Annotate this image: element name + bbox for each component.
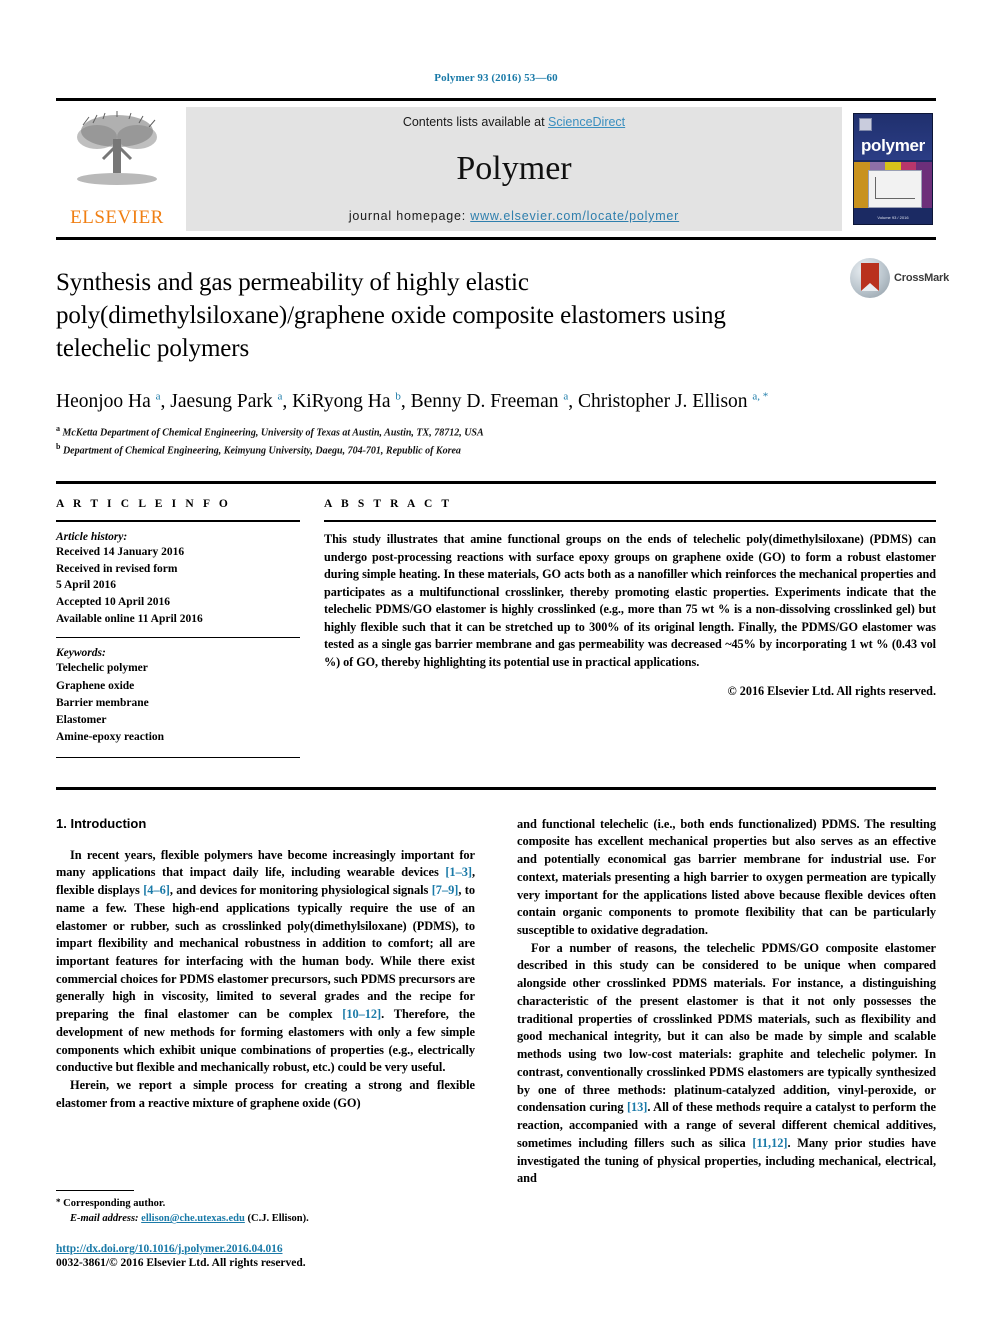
footnote-rule — [56, 1189, 134, 1191]
email-link[interactable]: ellison@che.utexas.edu — [141, 1213, 245, 1224]
copyright-line: © 2016 Elsevier Ltd. All rights reserved… — [727, 683, 936, 698]
cover-figure-inset — [868, 170, 922, 208]
abstract-text: This study illustrates that amine functi… — [324, 532, 936, 669]
article-history-item: Available online 11 April 2016 — [56, 612, 203, 625]
article-history-heading: Article history: — [56, 531, 128, 543]
abstract-column: A B S T R A C T This study illustrates t… — [324, 498, 936, 767]
crossmark-icon — [850, 258, 890, 298]
page-title: Synthesis and gas permeability of highly… — [56, 269, 726, 362]
running-head: Polymer 93 (2016) 53—60 — [434, 72, 558, 84]
corresponding-author-marker: * — [56, 1196, 61, 1207]
body-paragraph: For a number of reasons, the telechelic … — [517, 940, 937, 1186]
corresponding-author-label: Corresponding author. — [63, 1197, 166, 1209]
journal-cover-thumbnail: polymer Volume 93 / 2016 — [850, 107, 936, 231]
contents-available-line: Contents lists available at ScienceDirec… — [403, 115, 625, 129]
journal-homepage-line: journal homepage: www.elsevier.com/locat… — [349, 209, 679, 223]
body-paragraph: In recent years, flexible polymers have … — [56, 847, 475, 1075]
author-name: Benny D. Freeman — [410, 391, 564, 412]
info-abstract-section: A R T I C L E I N F O Article history: R… — [56, 481, 936, 767]
citation-link[interactable]: [10–12] — [342, 1007, 381, 1021]
author-name: Heonjoo Ha — [56, 391, 156, 412]
left-column-paragraphs: In recent years, flexible polymers have … — [56, 847, 475, 1113]
body-column-right: and functional telechelic (i.e., both en… — [517, 816, 936, 1188]
issn-copyright-line: 0032-3861/© 2016 Elsevier Ltd. All right… — [56, 1257, 306, 1269]
article-page: Polymer 93 (2016) 53—60 ELSEVIER Content… — [0, 0, 992, 1323]
abstract-rule — [324, 520, 936, 522]
keyword-item: Telechelic polymer — [56, 662, 148, 675]
author-affiliation-marker: a — [155, 390, 161, 403]
citation-link[interactable]: [13] — [627, 1100, 648, 1114]
elsevier-logo: ELSEVIER — [56, 107, 178, 231]
journal-homepage-link[interactable]: www.elsevier.com/locate/polymer — [470, 209, 679, 223]
doi-link[interactable]: http://dx.doi.org/10.1016/j.polymer.2016… — [56, 1243, 466, 1255]
author-affiliation-marker: b — [395, 390, 401, 403]
section-heading-introduction: 1. Introduction — [56, 815, 147, 831]
article-history-item: 5 April 2016 — [56, 579, 117, 592]
crossmark-label: CrossMark — [894, 272, 950, 284]
abstract-heading: A B S T R A C T — [324, 498, 453, 510]
author-affiliation-marker: a — [277, 390, 283, 403]
article-history-item: Accepted 10 April 2016 — [56, 596, 171, 609]
affiliation-list: a McKetta Department of Chemical Enginee… — [56, 423, 936, 459]
corresponding-author-line: * Corresponding author. — [56, 1196, 466, 1212]
author-affiliation-marker: a — [563, 390, 569, 403]
keyword-item: Barrier membrane — [56, 696, 149, 709]
homepage-prefix: journal homepage: — [348, 209, 471, 223]
elsevier-tree-icon — [77, 111, 157, 185]
keyword-item: Graphene oxide — [56, 679, 135, 692]
journal-title: Polymer — [456, 150, 572, 187]
keywords-rule — [56, 637, 300, 639]
cover-footer-text: Volume 93 / 2016 — [877, 215, 909, 220]
citation-link[interactable]: [11,12] — [752, 1136, 787, 1150]
keywords-heading: Keywords: — [56, 647, 106, 660]
email-label: E-mail address: — [70, 1213, 139, 1225]
article-info-rule — [56, 520, 300, 522]
body-paragraph: and functional telechelic (i.e., both en… — [517, 816, 936, 938]
citation-link[interactable]: [1–3] — [445, 865, 472, 879]
author-list: Heonjoo Ha a, Jaesung Park a, KiRyong Ha… — [56, 390, 769, 413]
sciencedirect-link[interactable]: ScienceDirect — [548, 115, 625, 129]
elsevier-wordmark: ELSEVIER — [70, 207, 164, 228]
doi-block: http://dx.doi.org/10.1016/j.polymer.2016… — [56, 1243, 466, 1269]
author-affiliation-marker: a, * — [752, 390, 769, 403]
article-history-lines: Received 14 January 2016 Received in revi… — [56, 544, 300, 627]
author-name: KiRyong Ha — [292, 391, 396, 412]
right-column-paragraphs: and functional telechelic (i.e., both en… — [517, 816, 936, 1188]
email-line: E-mail address: ellison@che.utexas.edu (… — [56, 1211, 466, 1227]
article-info-heading: A R T I C L E I N F O — [56, 498, 231, 510]
contents-prefix: Contents lists available at — [402, 115, 549, 129]
title-block: CrossMark Synthesis and gas permeability… — [56, 237, 949, 459]
keyword-list: Telechelic polymer Graphene oxide Barrier … — [56, 660, 300, 746]
crossmark-badge[interactable]: CrossMark — [850, 256, 949, 300]
keyword-item: Amine-epoxy reaction — [56, 731, 165, 744]
affiliation-item: b Department of Chemical Engineering, Ke… — [56, 442, 461, 457]
cover-logo-square — [859, 118, 872, 131]
article-body: 1. Introduction In recent years, flexibl… — [56, 786, 936, 1188]
author-name: Jaesung Park — [170, 391, 278, 412]
citation-link[interactable]: [7–9] — [432, 883, 459, 897]
body-column-left: 1. Introduction In recent years, flexibl… — [56, 816, 475, 1188]
keywords-bottom-rule — [56, 756, 300, 758]
body-paragraph: Herein, we report a simple process for c… — [56, 1078, 475, 1110]
citation-link[interactable]: [4–6] — [143, 883, 170, 897]
article-history-item: Received in revised form — [56, 562, 178, 575]
article-info-column: A R T I C L E I N F O Article history: R… — [56, 498, 324, 767]
journal-header: ELSEVIER Contents lists available at Sci… — [56, 98, 936, 231]
journal-band: Contents lists available at ScienceDirec… — [186, 107, 842, 231]
article-history-item: Received 14 January 2016 — [56, 546, 185, 558]
footnote-area: * Corresponding author. E-mail address: … — [56, 1189, 466, 1269]
email-suffix: (C.J. Ellison). — [247, 1213, 309, 1225]
cover-journal-name: polymer — [860, 136, 926, 155]
affiliation-item: a McKetta Department of Chemical Enginee… — [56, 424, 484, 439]
keyword-item: Elastomer — [56, 714, 107, 727]
author-name: Christopher J. Ellison — [578, 391, 753, 412]
